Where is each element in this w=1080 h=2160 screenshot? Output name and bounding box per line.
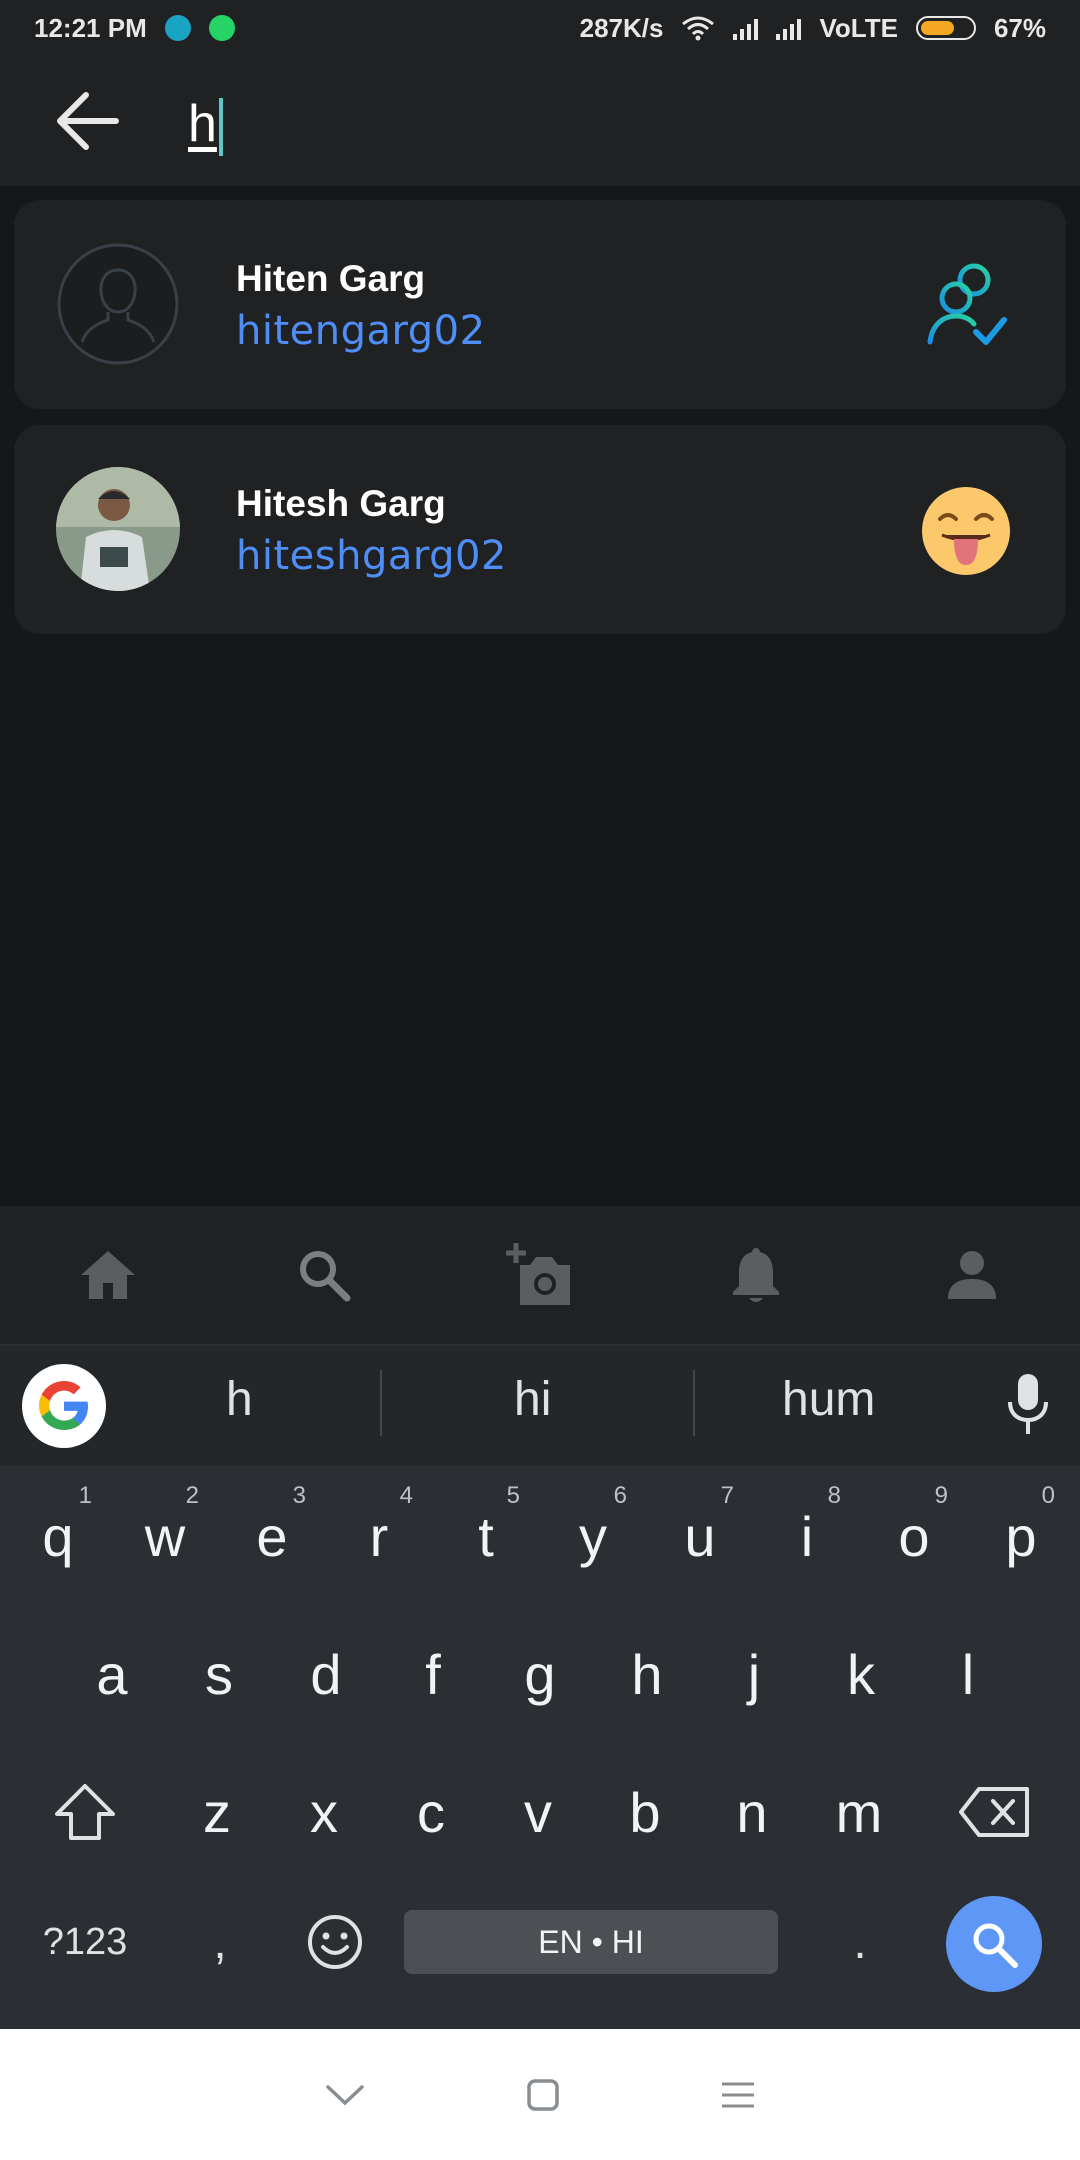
search-icon <box>973 1923 1018 1968</box>
key-w[interactable]: w2 <box>113 1476 217 1596</box>
space-key[interactable]: EN • HI <box>404 1910 778 1974</box>
key-e[interactable]: e3 <box>220 1476 324 1596</box>
key-c[interactable]: c <box>379 1752 483 1872</box>
key-l[interactable]: l <box>916 1614 1020 1734</box>
key-h[interactable]: h <box>595 1614 699 1734</box>
mic-icon[interactable] <box>998 1370 1058 1440</box>
backspace-key[interactable] <box>940 1752 1050 1872</box>
key-r[interactable]: r4 <box>327 1476 431 1596</box>
result-username: hitengarg02 <box>236 308 486 354</box>
nav-profile[interactable] <box>930 1233 1014 1317</box>
chevron-down-icon[interactable] <box>324 2083 366 2107</box>
network-speed: 287K/s <box>579 12 664 43</box>
search-action-key[interactable] <box>946 1896 1042 1992</box>
nav-search[interactable] <box>282 1233 366 1317</box>
default-person-avatar <box>56 242 180 366</box>
suggestion-2[interactable]: hi <box>514 1372 551 1427</box>
result-name: Hiten Garg <box>236 258 426 299</box>
nav-add-photo[interactable] <box>498 1233 582 1317</box>
key-k[interactable]: k <box>809 1614 913 1734</box>
wifi-icon <box>682 16 715 41</box>
comma-key[interactable]: , <box>170 1890 270 1994</box>
emoji-key[interactable] <box>280 1890 390 1994</box>
search-input[interactable]: h <box>188 94 223 157</box>
signal-icon-1 <box>733 16 759 40</box>
whatsapp-icon <box>208 15 235 41</box>
key-q[interactable]: q1 <box>6 1476 110 1596</box>
key-f[interactable]: f <box>381 1614 485 1734</box>
key-m[interactable]: m <box>807 1752 911 1872</box>
profile-icon <box>948 1251 996 1299</box>
google-icon[interactable] <box>22 1364 106 1448</box>
key-o[interactable]: o9 <box>862 1476 966 1596</box>
shift-key[interactable] <box>30 1752 140 1872</box>
result-name: Hitesh Garg <box>236 483 446 524</box>
bottom-navigation <box>0 1206 1080 1346</box>
tongue-out-emoji-icon[interactable] <box>918 483 1014 579</box>
suggestion-3[interactable]: hum <box>782 1372 875 1427</box>
smiley-icon <box>308 1915 362 1969</box>
search-icon <box>300 1251 351 1302</box>
key-s[interactable]: s <box>167 1614 271 1734</box>
status-time: 12:21 PM <box>34 12 147 43</box>
key-p[interactable]: p0 <box>969 1476 1073 1596</box>
key-g[interactable]: g <box>488 1614 592 1734</box>
bell-icon <box>733 1248 779 1302</box>
system-navigation-bar <box>0 2029 1080 2160</box>
signal-icon-2 <box>776 16 802 40</box>
period-key[interactable]: . <box>810 1890 910 1994</box>
user-photo-avatar <box>56 467 180 591</box>
nav-home[interactable] <box>66 1233 150 1317</box>
menu-icon[interactable] <box>720 2080 756 2110</box>
battery-percent: 67% <box>993 12 1046 43</box>
suggestion-divider <box>380 1370 382 1436</box>
square-home-icon[interactable] <box>526 2078 560 2112</box>
key-row-2: a s d f g h j k l <box>0 1614 1080 1752</box>
key-i[interactable]: i8 <box>755 1476 859 1596</box>
suggestion-strip: h hi hum <box>0 1346 1080 1466</box>
key-row-4: ?123 , EN • HI . <box>0 1890 1080 2028</box>
key-j[interactable]: j <box>702 1614 806 1734</box>
battery-level <box>920 21 955 35</box>
key-d[interactable]: d <box>274 1614 378 1734</box>
key-row-3: z x c v b n m <box>0 1752 1080 1890</box>
network-type: VoLTE <box>819 12 898 43</box>
result-username: hiteshgarg02 <box>236 533 507 579</box>
status-bar: 12:21 PM 287K/s VoLTE 67% <box>0 0 1080 56</box>
key-v[interactable]: v <box>486 1752 590 1872</box>
home-icon <box>81 1251 135 1299</box>
key-t[interactable]: t5 <box>434 1476 538 1596</box>
suggestion-1[interactable]: h <box>226 1372 253 1427</box>
key-u[interactable]: u7 <box>648 1476 752 1596</box>
user-result-card[interactable]: Hitesh Garg hiteshgarg02 <box>14 425 1066 634</box>
droplet-app-icon <box>164 15 191 41</box>
friends-check-icon[interactable] <box>918 258 1014 354</box>
key-n[interactable]: n <box>700 1752 804 1872</box>
nav-notifications[interactable] <box>714 1233 798 1317</box>
battery-icon <box>915 16 976 40</box>
key-a[interactable]: a <box>60 1614 164 1734</box>
key-row-1: q1 w2 e3 r4 t5 y6 u7 i8 o9 p0 <box>0 1476 1080 1614</box>
key-y[interactable]: y6 <box>541 1476 645 1596</box>
back-arrow-icon[interactable] <box>52 89 122 153</box>
key-z[interactable]: z <box>165 1752 269 1872</box>
add-photo-icon <box>506 1243 570 1305</box>
symbols-key[interactable]: ?123 <box>30 1890 140 1994</box>
search-header: h <box>0 56 1080 186</box>
text-caret <box>218 98 223 157</box>
search-query-text: h <box>188 95 217 153</box>
shift-icon <box>55 1784 115 1840</box>
key-x[interactable]: x <box>272 1752 376 1872</box>
suggestion-divider <box>693 1370 695 1436</box>
keyboard: h hi hum q1 w2 e3 r4 t5 y6 u7 i8 o9 p0 a… <box>0 1346 1080 2029</box>
backspace-icon <box>959 1787 1029 1837</box>
user-result-card[interactable]: Hiten Garg hitengarg02 <box>14 200 1066 409</box>
key-b[interactable]: b <box>593 1752 697 1872</box>
